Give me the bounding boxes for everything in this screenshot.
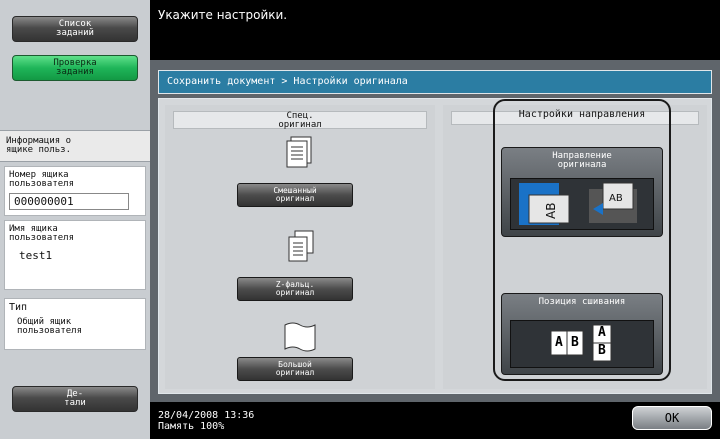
binding-top-b: B [598, 343, 606, 358]
binding-top-a: A [598, 325, 606, 340]
special-original-header: Спец. оригинал [173, 111, 427, 130]
special-original-column: Спец. оригинал Смешанный оригинал Z-фаль… [165, 105, 435, 389]
instruction-message: Укажите настройки. [158, 8, 288, 22]
job-list-button-label-2: заданий [56, 28, 94, 38]
type-label: Тип [9, 302, 28, 313]
user-box-number-value: 000000001 [9, 193, 129, 210]
main-panel: Сохранить документ > Настройки оригинала… [150, 60, 720, 402]
svg-text:AB: AB [609, 193, 623, 204]
user-box-info-header-line-2: ящике польз. [6, 145, 72, 155]
binding-position-preview: A B A B [510, 320, 654, 368]
original-direction-label: Направление оригинала [502, 148, 662, 170]
original-direction-preview: AB AB [510, 178, 654, 230]
user-box-number-card: Номер ящика пользователя 000000001 [4, 166, 146, 216]
ok-button[interactable]: OK [632, 406, 712, 430]
job-list-button[interactable]: Список заданий [12, 16, 138, 42]
zfold-original-label-2: оригинал [275, 288, 315, 297]
status-bar: 28/04/2008 13:36 Память 100% OK [150, 402, 720, 439]
type-value-line-2: пользователя [17, 326, 83, 336]
user-box-name-card: Имя ящика пользователя test1 [4, 220, 146, 290]
original-direction-label-2: оригинала [557, 160, 607, 170]
left-panel: Список заданий Проверка задания Информац… [0, 0, 150, 439]
special-original-header-line-2: оригинал [278, 120, 322, 130]
user-box-name-label-2: пользователя [9, 233, 75, 243]
large-original-icon [284, 322, 316, 352]
details-button[interactable]: Де- тали [12, 386, 138, 412]
binding-left-b: B [571, 335, 579, 350]
breadcrumb: Сохранить документ > Настройки оригинала [158, 70, 712, 94]
binding-left-a: A [555, 335, 563, 350]
ok-button-label: OK [664, 411, 680, 425]
mixed-original-icon [286, 136, 312, 168]
direction-settings-column: Настройки направления Направление оригин… [443, 99, 707, 389]
mixed-original-label-2: оригинал [275, 194, 315, 203]
date-time: 28/04/2008 13:36 [158, 410, 255, 421]
breadcrumb-text: Сохранить документ > Настройки оригинала [167, 76, 408, 87]
memory-status: Память 100% [158, 421, 225, 432]
original-direction-button[interactable]: Направление оригинала AB AB [501, 147, 663, 237]
mixed-original-button[interactable]: Смешанный оригинал [237, 183, 353, 207]
user-box-type-card: Тип Общий ящик пользователя [4, 298, 146, 350]
message-area: Укажите настройки. [150, 0, 720, 60]
details-button-label-2: тали [64, 398, 86, 408]
binding-position-label: Позиция сшивания [538, 297, 626, 307]
binding-position-button[interactable]: Позиция сшивания A B A B [501, 293, 663, 375]
zfold-original-button[interactable]: Z-фальц. оригинал [237, 277, 353, 301]
user-box-info-header: Информация о ящике польз. [0, 130, 150, 162]
svg-text:AB: AB [544, 203, 558, 219]
binding-position-icon [550, 324, 612, 362]
job-check-button-label-2: задания [56, 67, 94, 77]
settings-content: Спец. оригинал Смешанный оригинал Z-фаль… [158, 98, 712, 394]
direction-settings-header: Настройки направления [518, 109, 646, 120]
date-memory: 28/04/2008 13:36 Память 100% [158, 410, 254, 432]
zfold-original-icon [288, 230, 314, 262]
original-direction-icon: AB AB [519, 182, 637, 225]
large-original-button[interactable]: Большой оригинал [237, 357, 353, 381]
large-original-label-2: оригинал [275, 368, 315, 377]
user-box-name-value: test1 [19, 249, 53, 262]
user-box-number-label-2: пользователя [9, 179, 75, 189]
job-check-button[interactable]: Проверка задания [12, 55, 138, 81]
